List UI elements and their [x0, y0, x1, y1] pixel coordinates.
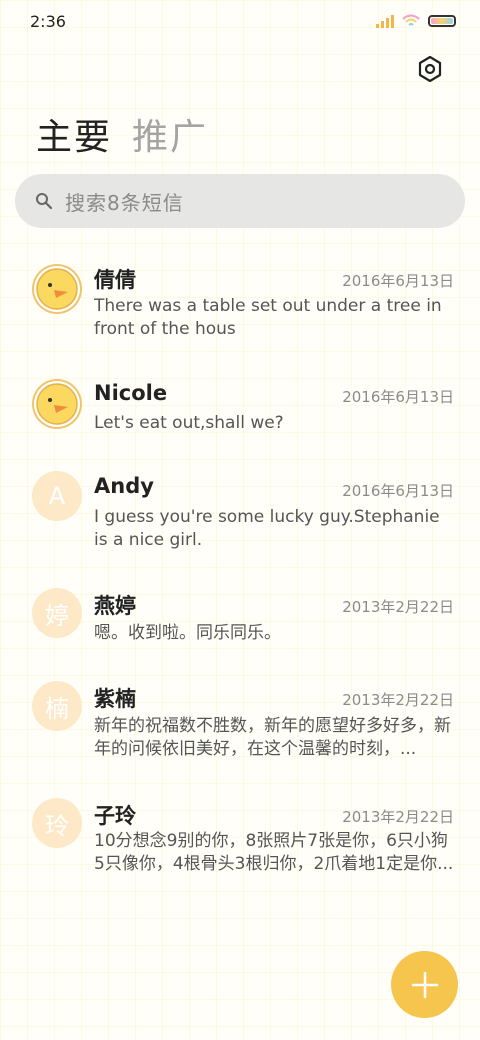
settings-button[interactable] [418, 56, 442, 82]
signal-icon [376, 14, 394, 28]
message-date: 2013年2月22日 [342, 598, 454, 616]
conversation-item[interactable]: 倩倩 2016年6月13日 There was a table set out … [0, 258, 480, 358]
message-preview: 嗯。收到啦。同乐同乐。 [94, 623, 281, 643]
message-date: 2016年6月13日 [342, 388, 454, 406]
status-time: 2:36 [30, 12, 66, 31]
search-placeholder: 搜索8条短信 [65, 190, 184, 215]
battery-fill [431, 18, 453, 24]
duck-icon [36, 268, 78, 310]
message-date: 2013年2月22日 [342, 691, 454, 709]
message-preview: 10分想念9别的你，8张照片7张是你，6只小狗5只像你，4根骨头3根归你，2爪着… [94, 831, 454, 874]
avatar: A [32, 471, 82, 521]
plus-icon [411, 971, 438, 998]
wifi-icon [402, 14, 420, 26]
contact-name: 倩倩 [94, 268, 136, 292]
search-icon [36, 193, 53, 210]
avatar: 楠 [32, 681, 82, 731]
conversation-item[interactable]: 楠 紫楠 2013年2月22日 新年的祝福数不胜数，新年的愿望好多好多，新年的问… [0, 678, 480, 778]
duck-avatar [32, 264, 82, 314]
conversation-item[interactable]: 玲 子玲 2013年2月22日 10分想念9别的你，8张照片7张是你，6只小狗5… [0, 795, 480, 895]
avatar: 玲 [32, 798, 82, 848]
duck-icon [36, 383, 78, 425]
contact-name: 紫楠 [94, 687, 136, 711]
battery-icon [428, 15, 456, 27]
conversation-item[interactable]: A Andy 2016年6月13日 I guess you're some lu… [0, 468, 480, 568]
compose-button[interactable] [391, 951, 458, 1018]
message-preview: Let's eat out,shall we? [94, 413, 284, 433]
message-date: 2016年6月13日 [342, 272, 454, 290]
message-date: 2013年2月22日 [342, 808, 454, 826]
contact-name: Nicole [94, 381, 168, 405]
contact-name: 子玲 [94, 804, 136, 828]
settings-icon [418, 56, 442, 82]
conversation-item[interactable]: 婷 燕婷 2013年2月22日 嗯。收到啦。同乐同乐。 [0, 584, 480, 664]
avatar: 婷 [32, 588, 82, 638]
search-bar[interactable]: 搜索8条短信 [15, 174, 465, 228]
message-date: 2016年6月13日 [342, 482, 454, 500]
message-preview: I guess you're some lucky guy.Stephanie … [94, 507, 440, 550]
contact-name: 燕婷 [94, 594, 136, 618]
message-preview: 新年的祝福数不胜数，新年的愿望好多好多，新年的问候依旧美好，在这个温馨的时刻，.… [94, 716, 451, 759]
status-bar: 2:36 [0, 0, 480, 42]
duck-avatar [32, 379, 82, 429]
tab-promotions[interactable]: 推广 [132, 108, 208, 160]
tab-bar: 主要 推广 [36, 108, 208, 160]
status-icons [376, 13, 456, 29]
message-preview: There was a table set out under a tree i… [94, 296, 442, 339]
contact-name: Andy [94, 474, 154, 498]
conversation-item[interactable]: Nicole 2016年6月13日 Let's eat out,shall we… [0, 374, 480, 454]
tab-primary[interactable]: 主要 [36, 108, 112, 160]
